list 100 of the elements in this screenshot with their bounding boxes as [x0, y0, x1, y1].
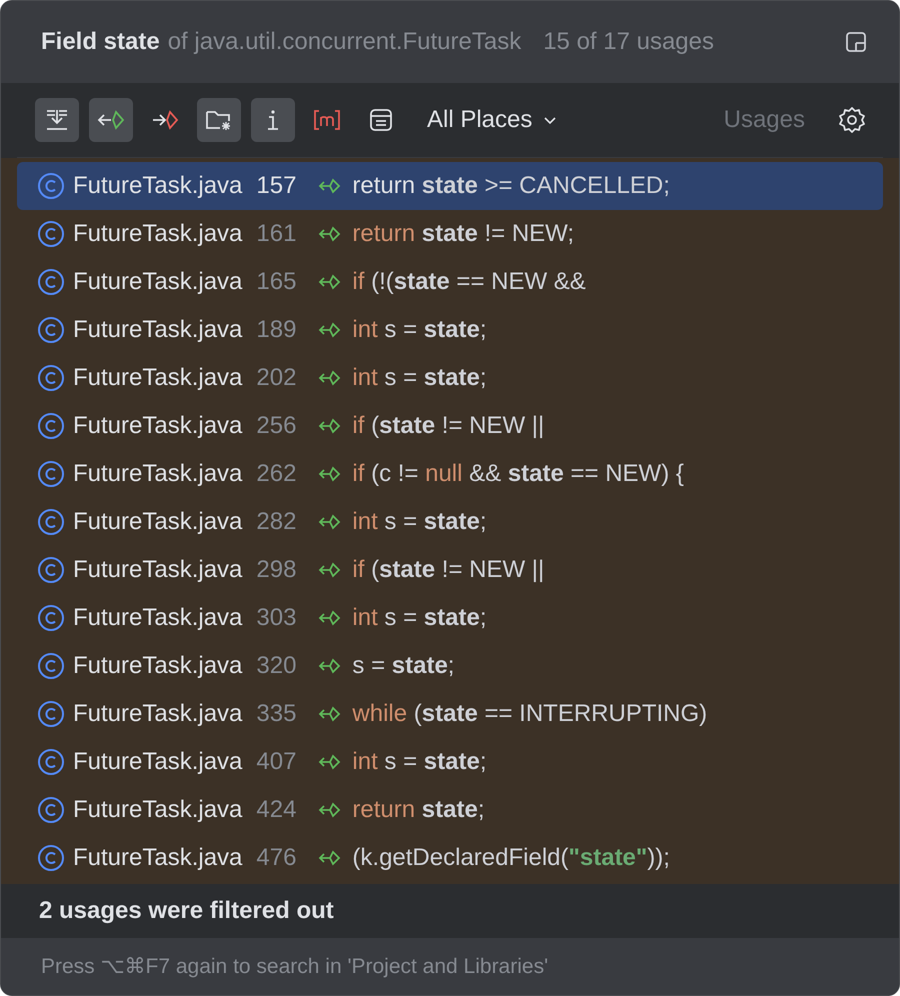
usages-label: Usages — [724, 106, 805, 134]
usage-count: 15 of 17 usages — [543, 28, 714, 56]
usage-row[interactable]: FutureTask.java 303 int s = state; — [17, 594, 883, 642]
line-number: 320 — [256, 652, 298, 680]
read-access-icon — [318, 464, 342, 484]
class-icon — [37, 556, 65, 584]
class-icon — [37, 652, 65, 680]
line-number: 407 — [256, 748, 298, 776]
class-icon — [37, 364, 65, 392]
read-access-icon — [318, 848, 342, 868]
file-name: FutureTask.java — [73, 844, 242, 872]
read-access-icon — [318, 608, 342, 628]
line-number: 282 — [256, 508, 298, 536]
code-line: int s = state; — [352, 364, 486, 392]
code-line: return state != NEW; — [352, 220, 574, 248]
usage-row[interactable]: FutureTask.java 282 int s = state; — [17, 498, 883, 546]
line-number: 335 — [256, 700, 298, 728]
class-icon — [37, 604, 65, 632]
scope-dropdown[interactable]: All Places — [427, 106, 558, 134]
merge-toggle[interactable] — [35, 98, 79, 142]
code-line: if (state != NEW || — [352, 412, 544, 440]
class-icon — [37, 316, 65, 344]
folder-toggle[interactable] — [197, 98, 241, 142]
window-subtitle: of java.util.concurrent.FutureTask — [168, 28, 522, 56]
line-number: 298 — [256, 556, 298, 584]
usage-row[interactable]: FutureTask.java 161 return state != NEW; — [17, 210, 883, 258]
file-name: FutureTask.java — [73, 748, 242, 776]
class-icon — [37, 460, 65, 488]
line-number: 157 — [256, 172, 298, 200]
line-number: 424 — [256, 796, 298, 824]
usage-row[interactable]: FutureTask.java 298 if (state != NEW || — [17, 546, 883, 594]
class-icon — [37, 220, 65, 248]
class-icon — [37, 844, 65, 872]
line-number: 202 — [256, 364, 298, 392]
code-line: if (state != NEW || — [352, 556, 544, 584]
usage-row[interactable]: FutureTask.java 157 return state >= CANCELLED; — [17, 162, 883, 210]
line-number: 476 — [256, 844, 298, 872]
read-access-icon — [318, 512, 342, 532]
file-name: FutureTask.java — [73, 796, 242, 824]
line-number: 262 — [256, 460, 298, 488]
line-number: 303 — [256, 604, 298, 632]
filtered-note: 2 usages were filtered out — [38, 896, 335, 926]
read-access-icon — [318, 560, 342, 580]
class-icon — [37, 412, 65, 440]
line-number: 256 — [256, 412, 298, 440]
file-name: FutureTask.java — [73, 316, 242, 344]
preview-icon — [367, 106, 395, 134]
usage-row[interactable]: FutureTask.java 256 if (state != NEW || — [17, 402, 883, 450]
usage-row[interactable]: FutureTask.java 335 while (state == INTERRUPTING) — [17, 690, 883, 738]
read-access-icon — [318, 656, 342, 676]
file-name: FutureTask.java — [73, 172, 242, 200]
file-name: FutureTask.java — [73, 700, 242, 728]
class-icon — [37, 700, 65, 728]
usage-row[interactable]: FutureTask.java 202 int s = state; — [17, 354, 883, 402]
read-access-icon — [318, 752, 342, 772]
read-access-icon — [318, 368, 342, 388]
code-line: if (!(state == NEW && — [352, 268, 586, 296]
search-hint: Press ⌥⌘F7 again to search in 'Project and Libraries' — [41, 954, 548, 979]
usage-row[interactable]: FutureTask.java 320 s = state; — [17, 642, 883, 690]
dock-icon[interactable] — [845, 31, 867, 53]
code-line: if (c != null && state == NEW) { — [352, 460, 684, 488]
usage-row[interactable]: FutureTask.java 165 if (!(state == NEW && — [17, 258, 883, 306]
read-access-icon — [318, 704, 342, 724]
usage-row[interactable]: FutureTask.java 476 (k.getDeclaredField("state")); — [17, 834, 883, 882]
read-access-icon — [318, 800, 342, 820]
class-icon — [37, 172, 65, 200]
file-name: FutureTask.java — [73, 364, 242, 392]
code-line: int s = state; — [352, 508, 486, 536]
file-name: FutureTask.java — [73, 604, 242, 632]
window-title: Field state — [41, 28, 160, 56]
read-access-icon — [318, 176, 342, 196]
usage-row[interactable]: FutureTask.java 262 if (c != null && state == NEW) { — [17, 450, 883, 498]
read-toggle[interactable] — [89, 98, 133, 142]
read-access-icon — [318, 224, 342, 244]
settings-icon[interactable] — [837, 105, 867, 135]
info-toggle[interactable] — [251, 98, 295, 142]
usage-row[interactable]: FutureTask.java 424 return state; — [17, 786, 883, 834]
usage-row[interactable]: FutureTask.java 189 int s = state; — [17, 306, 883, 354]
line-number: 161 — [256, 220, 298, 248]
file-name: FutureTask.java — [73, 220, 242, 248]
code-line: return state; — [352, 796, 484, 824]
file-name: FutureTask.java — [73, 460, 242, 488]
usage-row[interactable]: FutureTask.java 407 int s = state; — [17, 738, 883, 786]
file-name: FutureTask.java — [73, 652, 242, 680]
line-number: 165 — [256, 268, 298, 296]
code-line: s = state; — [352, 652, 454, 680]
line-number: 189 — [256, 316, 298, 344]
file-name: FutureTask.java — [73, 508, 242, 536]
read-access-icon — [318, 416, 342, 436]
code-line: (k.getDeclaredField("state")); — [352, 844, 670, 872]
code-line: while (state == INTERRUPTING) — [352, 700, 708, 728]
code-line: return state >= CANCELLED; — [352, 172, 670, 200]
file-name: FutureTask.java — [73, 556, 242, 584]
code-line: int s = state; — [352, 748, 486, 776]
class-icon — [37, 748, 65, 776]
file-name: FutureTask.java — [73, 268, 242, 296]
file-name: FutureTask.java — [73, 412, 242, 440]
class-icon — [37, 268, 65, 296]
read-access-icon — [318, 320, 342, 340]
code-line: int s = state; — [352, 604, 486, 632]
